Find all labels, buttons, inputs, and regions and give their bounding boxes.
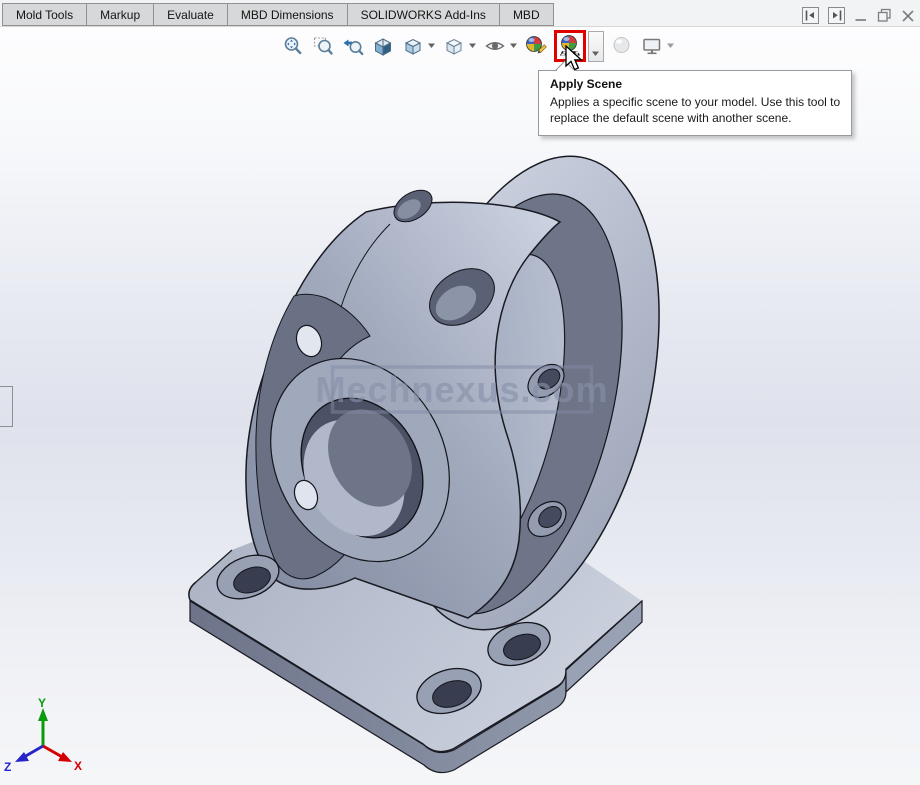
display-style-icon [443,35,465,57]
section-view-icon [372,35,394,57]
window-controls [802,7,915,24]
previous-view-button[interactable] [341,34,365,58]
previous-view-icon [342,35,364,57]
eye-icon [484,35,506,57]
dock-right-button[interactable] [828,7,845,24]
hide-show-items-button[interactable] [483,34,507,58]
edit-appearance-icon [524,34,548,58]
apply-scene-tooltip: Apply Scene Applies a specific scene to … [538,70,852,136]
apply-scene-dropdown[interactable] [588,31,604,62]
section-view-button[interactable] [371,34,395,58]
x-axis-label: X [74,759,82,773]
watermark: Mechnexus.com [315,367,608,412]
tab-solidworks-addins[interactable]: SOLIDWORKS Add-Ins [347,3,500,26]
hide-show-group [483,34,518,58]
dock-left-icon [802,7,819,24]
view-settings-icon [610,34,634,58]
zoom-to-area-icon [312,35,334,57]
restore-icon [877,8,892,23]
minimize-button[interactable] [854,9,868,23]
mouse-cursor [565,45,587,75]
close-icon [901,9,915,23]
view-orientation-group [401,34,436,58]
tab-mbd[interactable]: MBD [499,3,554,26]
view-orientation-button[interactable] [401,34,425,58]
orientation-triad: Y X Z [4,696,82,774]
view-orientation-dropdown[interactable] [427,43,436,49]
display-style-button[interactable] [442,34,466,58]
tab-markup[interactable]: Markup [86,3,154,26]
display-style-group [442,34,477,58]
watermark-text: Mechnexus.com [315,369,608,410]
tooltip-body-line1: Applies a specific scene to your model. … [550,95,840,111]
zoom-to-area-button[interactable] [311,34,335,58]
dock-left-button[interactable] [802,7,819,24]
solidworks-window: Mold Tools Markup Evaluate MBD Dimension… [0,0,920,785]
model-canvas[interactable]: Mechnexus.com Y X Z [0,27,920,785]
graphics-area[interactable]: Mechnexus.com Y X Z [0,27,920,785]
tab-evaluate[interactable]: Evaluate [153,3,228,26]
zoom-to-fit-icon [282,35,304,57]
minimize-icon [854,9,868,23]
options-display-button[interactable] [640,34,664,58]
z-axis-label: Z [4,760,11,774]
heads-up-toolbar [281,29,675,63]
command-tabs: Mold Tools Markup Evaluate MBD Dimension… [2,3,553,26]
monitor-icon [641,35,663,57]
y-axis-label: Y [38,696,46,710]
edit-appearance-button[interactable] [524,34,548,58]
restore-button[interactable] [877,8,892,23]
options-display-group [640,34,675,58]
tooltip-title: Apply Scene [550,77,840,91]
view-orientation-icon [402,35,424,57]
hide-show-dropdown[interactable] [509,43,518,49]
display-style-dropdown[interactable] [468,43,477,49]
tooltip-body-line2: replace the default scene with another s… [550,111,840,127]
tab-mbd-dimensions[interactable]: MBD Dimensions [227,3,348,26]
featuremanager-collapsed-tab[interactable] [0,386,13,427]
view-settings-button[interactable] [610,34,634,58]
tab-mold-tools[interactable]: Mold Tools [2,3,87,26]
dock-right-icon [828,7,845,24]
command-tab-strip: Mold Tools Markup Evaluate MBD Dimension… [0,0,920,27]
close-button[interactable] [901,9,915,23]
options-display-dropdown[interactable] [666,43,675,49]
zoom-to-fit-button[interactable] [281,34,305,58]
